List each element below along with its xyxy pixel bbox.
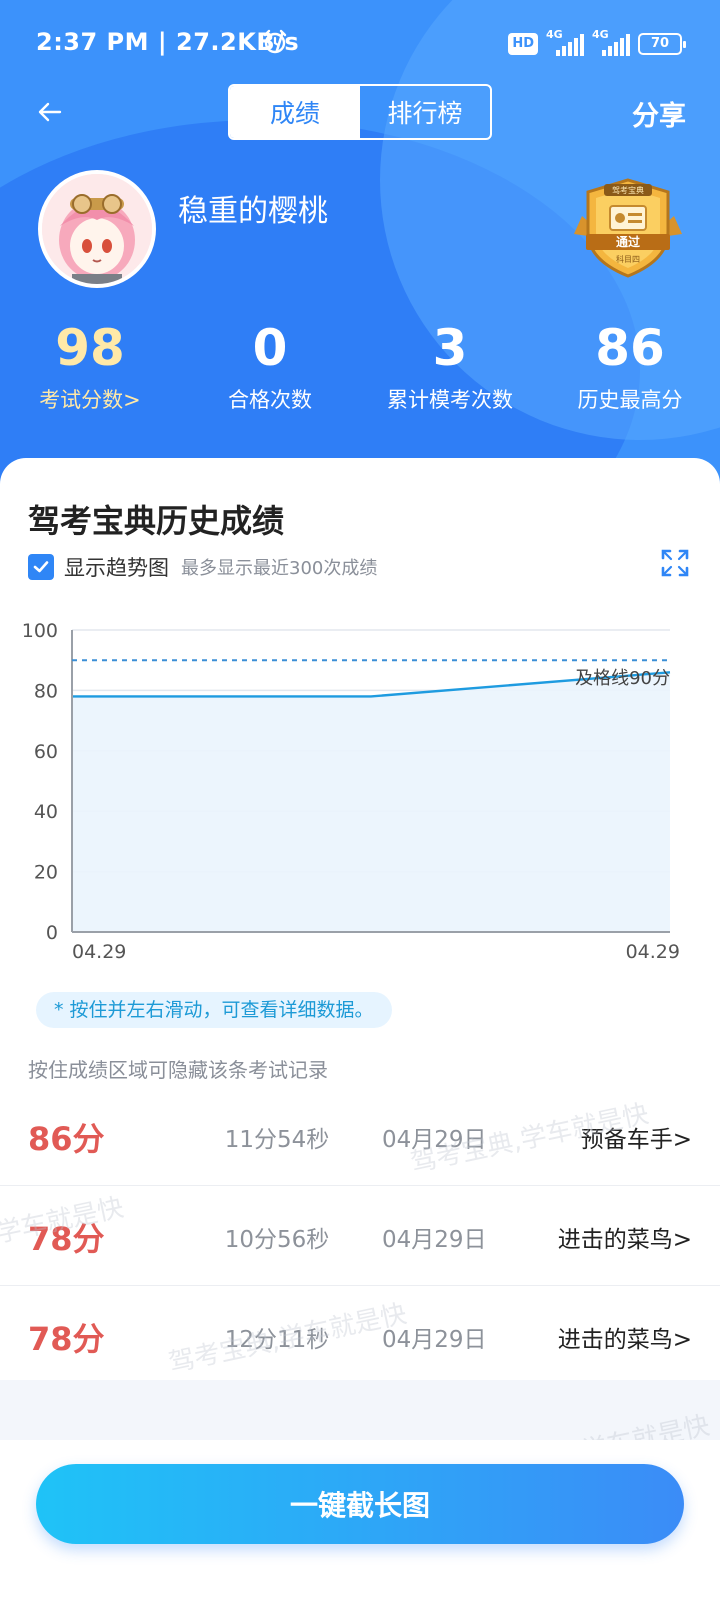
fullscreen-icon[interactable]: [660, 548, 690, 578]
x-tick-label: 04.29: [626, 941, 680, 963]
status-bar: 2:37 PM | 27.2KB/s HD 4G 4G 70: [0, 0, 720, 86]
y-tick-label: 40: [34, 801, 58, 823]
record-level-link[interactable]: 进击的菜鸟>: [558, 1220, 692, 1254]
pass-line-label: 及格线90分: [575, 668, 670, 689]
show-trend-label[interactable]: 显示趋势图: [64, 552, 169, 582]
share-button[interactable]: 分享: [632, 94, 686, 133]
y-tick-label: 100: [22, 620, 58, 642]
alarm-clock-icon: [263, 29, 287, 54]
stat-exam-score[interactable]: 98 考试分数>: [0, 318, 180, 414]
long-screenshot-button[interactable]: 一键截长图: [36, 1464, 684, 1544]
status-indicators: HD 4G 4G 70: [508, 28, 686, 58]
pass-badge-icon[interactable]: 驾考宝典 通过 科目四: [572, 176, 684, 280]
show-trend-checkbox[interactable]: [28, 554, 54, 580]
y-tick-label: 20: [34, 862, 58, 884]
record-date: 04月29日: [382, 1227, 487, 1253]
badge-subject-text: 科目四: [616, 254, 640, 264]
avatar-image: [42, 174, 152, 284]
battery-icon: 70: [638, 33, 686, 55]
stat-label: 历史最高分: [577, 388, 683, 412]
score-trend-chart[interactable]: 0 20 40 60 80 100 及格线90分 04.29 04.29: [20, 618, 700, 978]
stat-value: 98: [55, 319, 125, 377]
back-arrow-icon[interactable]: [34, 96, 66, 128]
y-tick-label: 60: [34, 741, 58, 763]
signal-strength-icon: 4G: [546, 28, 584, 56]
stat-value: 3: [432, 319, 468, 377]
record-score: 78分: [28, 1220, 105, 1258]
record-duration: 11分54秒: [224, 1127, 330, 1153]
check-icon: [33, 561, 49, 573]
record-list: 86分 11分54秒 04月29日 预备车手> 78分 10分56秒 04月29…: [0, 1086, 720, 1386]
record-date: 04月29日: [382, 1127, 487, 1153]
hide-record-hint: 按住成绩区域可隐藏该条考试记录: [28, 1058, 328, 1082]
record-duration: 10分56秒: [224, 1227, 330, 1253]
stats-row: 98 考试分数> 0 合格次数 3 累计模考次数 86 历史最高分: [0, 318, 720, 418]
stat-label: 累计模考次数: [387, 388, 513, 412]
stat-label: 合格次数: [228, 388, 312, 412]
trend-toggle-row: 显示趋势图 最多显示最近300次成绩: [28, 552, 377, 582]
list-footer-band: [0, 1380, 720, 1440]
stat-mock-count: 3 累计模考次数: [360, 318, 540, 414]
username: 稳重的樱桃: [178, 194, 328, 229]
swipe-tip: * 按住并左右滑动，可查看详细数据。: [36, 992, 392, 1028]
top-navigation: 成绩 排行榜 分享: [0, 84, 720, 140]
record-date: 04月29日: [382, 1327, 487, 1353]
record-row[interactable]: 78分 10分56秒 04月29日 进击的菜鸟>: [0, 1186, 720, 1286]
stat-best-score: 86 历史最高分: [540, 318, 720, 414]
hd-voice-icon: HD: [508, 33, 538, 55]
record-level-link[interactable]: 进击的菜鸟>: [558, 1320, 692, 1354]
record-level-link[interactable]: 预备车手>: [581, 1120, 692, 1154]
record-score: 86分: [28, 1120, 105, 1158]
avatar[interactable]: [38, 170, 156, 288]
status-time: 2:37 PM | 27.2KB/s: [36, 28, 300, 56]
stat-label: 考试分数>: [39, 388, 141, 412]
badge-brand-text: 驾考宝典: [612, 185, 644, 195]
tab-ranking[interactable]: 排行榜: [360, 86, 490, 138]
history-title: 驾考宝典历史成绩: [28, 502, 285, 540]
network-type-label: 4G: [546, 28, 563, 41]
record-duration: 12分11秒: [224, 1327, 330, 1353]
network-type-label: 4G: [592, 28, 609, 41]
stat-pass-count: 0 合格次数: [180, 318, 360, 414]
bottom-bar: 一键截长图: [0, 1440, 720, 1600]
stat-value: 0: [252, 319, 288, 377]
record-row[interactable]: 86分 11分54秒 04月29日 预备车手>: [0, 1086, 720, 1186]
x-tick-label: 04.29: [72, 941, 126, 963]
stat-value: 86: [595, 319, 665, 377]
tab-switcher: 成绩 排行榜: [228, 84, 492, 140]
y-tick-label: 80: [34, 680, 58, 702]
signal-strength-icon: 4G: [592, 28, 630, 56]
badge-status-text: 通过: [616, 234, 640, 249]
history-card: 驾考宝典历史成绩 显示趋势图 最多显示最近300次成绩 0 20 40 60 80 100…: [0, 458, 720, 1458]
tab-scores[interactable]: 成绩: [230, 86, 360, 138]
series-area: [72, 672, 670, 932]
trend-limit-hint: 最多显示最近300次成绩: [181, 558, 378, 579]
y-tick-label: 0: [46, 922, 58, 944]
record-score: 78分: [28, 1320, 105, 1358]
record-row[interactable]: 78分 12分11秒 04月29日 进击的菜鸟>: [0, 1286, 720, 1386]
